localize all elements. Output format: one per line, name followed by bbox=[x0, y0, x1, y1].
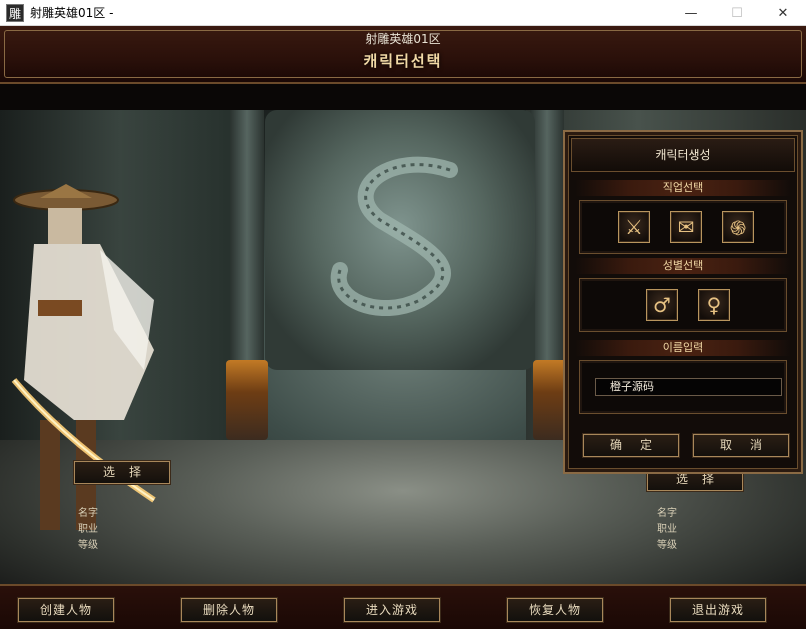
character-name-input[interactable]: 橙子源码 bbox=[595, 378, 782, 396]
male-icon[interactable]: ♂ bbox=[646, 289, 678, 321]
job-label: 职业 bbox=[657, 524, 677, 535]
sword-icon[interactable]: ⚔ bbox=[618, 211, 650, 243]
job-section-label: 직업선택 bbox=[575, 180, 791, 196]
stone-pillar bbox=[230, 110, 264, 380]
brazier bbox=[226, 360, 268, 440]
top-banner: 射雕英雄01区 캐릭터선택 bbox=[0, 26, 806, 84]
close-button[interactable]: ✕ bbox=[760, 0, 806, 26]
enter-game-button[interactable]: 进入游戏 bbox=[343, 597, 441, 623]
right-character-info: 名字 职业 等级 bbox=[657, 506, 677, 554]
app-icon: 雕 bbox=[6, 3, 24, 22]
window-controls: — ☐ ✕ bbox=[668, 0, 806, 26]
job-selection-box: ⚔ ✉ ֍ bbox=[579, 200, 787, 254]
character-creation-panel: 캐릭터생성 직업선택 ⚔ ✉ ֍ 성별선택 ♂ ♀ 이름입력 橙子源码 确定 取… bbox=[563, 130, 803, 474]
restore-character-button[interactable]: 恢复人物 bbox=[506, 597, 604, 623]
select-left-character-button[interactable]: 选择 bbox=[73, 460, 171, 485]
screen-title: 캐릭터선택 bbox=[363, 52, 443, 70]
cancel-button[interactable]: 取消 bbox=[692, 433, 790, 458]
level-label: 等级 bbox=[657, 540, 677, 551]
panel-title: 캐릭터생성 bbox=[571, 138, 795, 172]
gender-section-label: 성별선택 bbox=[575, 258, 791, 274]
server-name: 射雕英雄01区 bbox=[365, 32, 441, 46]
scroll-icon[interactable]: ✉ bbox=[670, 211, 702, 243]
left-character-info: 名字 职业 等级 bbox=[78, 506, 98, 554]
swirl-icon[interactable]: ֍ bbox=[722, 211, 754, 243]
exit-game-button[interactable]: 退出游戏 bbox=[669, 597, 767, 623]
serpent-carving bbox=[330, 156, 458, 316]
confirm-button[interactable]: 确定 bbox=[582, 433, 680, 458]
window-title-bar: 雕 射雕英雄01区 - — ☐ ✕ bbox=[0, 0, 806, 26]
delete-character-button[interactable]: 删除人物 bbox=[180, 597, 278, 623]
job-label: 职业 bbox=[78, 524, 98, 535]
name-section-label: 이름입력 bbox=[575, 340, 791, 356]
gender-selection-box: ♂ ♀ bbox=[579, 278, 787, 332]
create-character-button[interactable]: 创建人物 bbox=[17, 597, 115, 623]
warrior-character[interactable] bbox=[4, 180, 164, 560]
female-icon[interactable]: ♀ bbox=[698, 289, 730, 321]
minimize-button[interactable]: — bbox=[668, 0, 714, 26]
stone-pillar bbox=[530, 110, 564, 380]
name-label: 名字 bbox=[78, 508, 98, 519]
level-label: 等级 bbox=[78, 540, 98, 551]
game-viewport: 射雕英雄01区 캐릭터선택 选择 名字 职业 等级 选择 名字 职业 等级 캐릭… bbox=[0, 26, 806, 629]
name-label: 名字 bbox=[657, 508, 677, 519]
bottom-action-bar: 创建人物 删除人物 进入游戏 恢复人物 退出游戏 bbox=[0, 584, 806, 629]
maximize-button[interactable]: ☐ bbox=[714, 0, 760, 26]
window-title: 射雕英雄01区 - bbox=[30, 6, 114, 20]
